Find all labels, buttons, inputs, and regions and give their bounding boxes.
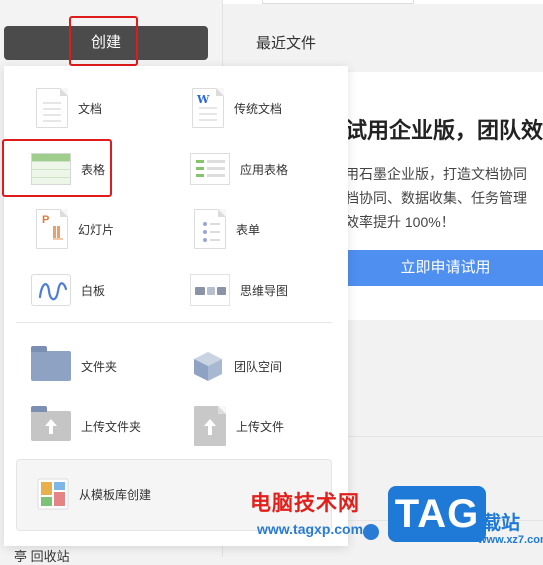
menu-item-label: 应用表格 (240, 162, 289, 177)
menu-item-upload-folder[interactable]: 上传文件夹 (31, 406, 142, 441)
promo-title: 试用企业版，团队效 (345, 118, 543, 143)
apply-trial-button[interactable]: 立即申请试用 (348, 250, 543, 286)
menu-item-mind-map[interactable]: 思维导图 (190, 274, 288, 306)
slides-icon: P (36, 209, 68, 249)
menu-item-form[interactable]: 表单 (194, 209, 260, 249)
menu-item-whiteboard[interactable]: 白板 (31, 274, 105, 306)
watermark-url: www.tagxp.com (257, 521, 364, 537)
template-icon (37, 478, 69, 510)
promo-line: 档协同、数据收集、任务管理 (345, 190, 527, 206)
menu-item-label: 白板 (81, 283, 106, 298)
menu-item-label: 文件夹 (81, 359, 118, 374)
menu-item-upload-file[interactable]: 上传文件 (194, 406, 284, 446)
watermark-site-url: www.xz7.com (478, 534, 543, 546)
app-table-icon (190, 153, 230, 185)
menu-item-label: 思维导图 (240, 283, 289, 298)
watermark-tag-logo: TAG (388, 486, 486, 542)
spreadsheet-highlight (2, 139, 112, 197)
menu-divider (16, 322, 332, 323)
menu-item-label: 团队空间 (234, 359, 283, 374)
menu-item-label: 表单 (236, 222, 261, 237)
menu-item-document[interactable]: 文档 (36, 88, 102, 128)
watermark-brand: 电脑技术网 (250, 492, 360, 515)
word-document-icon: W (192, 88, 224, 128)
upload-file-icon (194, 406, 226, 446)
menu-item-word-document[interactable]: W 传统文档 (192, 88, 282, 128)
promo-line: 效率提升 100%！ (345, 214, 455, 230)
template-row: 从模板库创建 (37, 478, 151, 510)
team-space-icon (194, 352, 222, 381)
create-menu: 文档 W 传统文档 表格 应用表格 P 幻灯片 表单 白板 思维导图 文件夹 团… (4, 66, 348, 546)
menu-item-label: 传统文档 (234, 101, 283, 116)
search-input[interactable] (262, 0, 414, 4)
watermark-dot-icon (363, 524, 379, 540)
menu-item-app-table[interactable]: 应用表格 (190, 153, 288, 185)
whiteboard-icon (31, 274, 71, 306)
menu-item-label: 上传文件 (236, 419, 285, 434)
menu-item-folder[interactable]: 文件夹 (31, 346, 118, 381)
template-label: 从模板库创建 (79, 487, 152, 502)
divider (338, 436, 543, 437)
document-icon (36, 88, 68, 128)
upload-folder-icon (31, 406, 71, 441)
recent-files-heading[interactable]: 最近文件 (256, 32, 316, 53)
menu-item-label: 上传文件夹 (81, 419, 142, 434)
mind-map-icon (190, 274, 230, 306)
menu-item-slides[interactable]: P 幻灯片 (36, 209, 114, 249)
sidebar-item-recycle-bin[interactable]: 亭 回收站 (14, 546, 70, 565)
promo-line: 用石墨企业版，打造文档协同 (345, 166, 527, 182)
folder-icon (31, 346, 71, 381)
form-icon (194, 209, 226, 249)
create-button-highlight (69, 16, 138, 66)
menu-item-label: 文档 (78, 101, 103, 116)
watermark-site: 载站 (482, 513, 521, 534)
menu-item-label: 幻灯片 (78, 222, 115, 237)
menu-item-team-space[interactable]: 团队空间 (192, 350, 282, 382)
